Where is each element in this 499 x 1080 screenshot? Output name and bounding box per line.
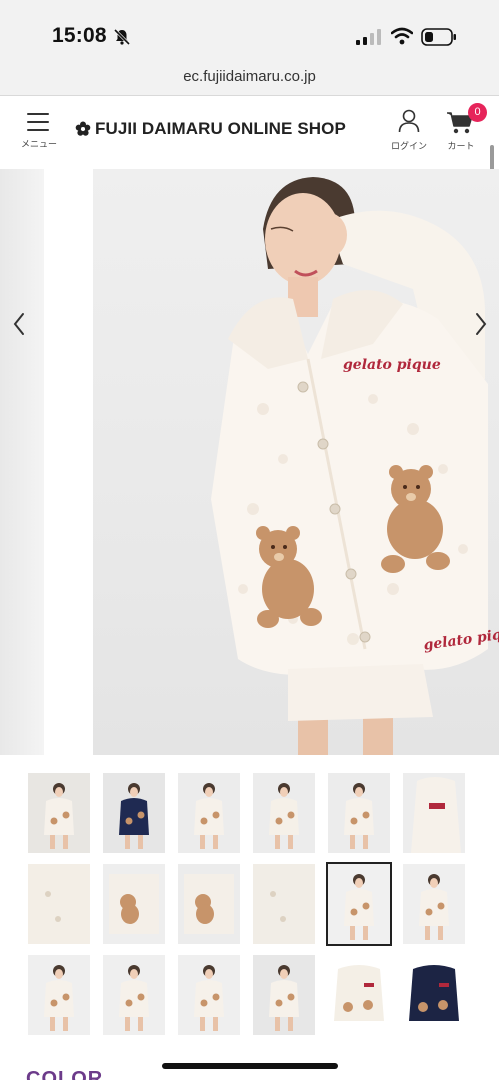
- battery-icon: [421, 28, 456, 46]
- thumbnail-image: [253, 955, 315, 1035]
- thumbnail-image: [403, 773, 465, 853]
- menu-button[interactable]: メニュー: [16, 111, 62, 153]
- site-header: メニュー FUJII DAIMARU ONLINE SHOP ログイン 0 カー…: [0, 97, 499, 169]
- product-thumbnail[interactable]: [28, 864, 90, 944]
- thumbnail-image: [253, 773, 315, 853]
- product-thumbnail[interactable]: [403, 864, 465, 944]
- person-icon: [398, 109, 420, 133]
- address-bar[interactable]: ec.fujiidaimaru.co.jp: [0, 64, 499, 96]
- thumbnail-image: [103, 773, 165, 853]
- home-indicator[interactable]: [162, 1063, 338, 1069]
- product-thumbnail[interactable]: [253, 955, 315, 1035]
- url-text[interactable]: ec.fujiidaimaru.co.jp: [0, 68, 499, 85]
- chevron-left-icon[interactable]: [8, 309, 30, 339]
- thumbnail-image: [28, 955, 90, 1035]
- product-thumbnail[interactable]: [28, 773, 90, 853]
- wifi-icon: [391, 27, 413, 45]
- product-image-carousel[interactable]: gelato pique gelato pique: [0, 169, 499, 755]
- thumbnail-image: [178, 773, 240, 853]
- thumbnail-image: [328, 773, 390, 853]
- product-thumbnail[interactable]: [403, 773, 465, 853]
- product-thumbnail[interactable]: [103, 773, 165, 853]
- product-thumbnail[interactable]: [326, 862, 392, 946]
- product-thumbnail[interactable]: [28, 955, 90, 1035]
- logo-text: FUJII DAIMARU ONLINE SHOP: [95, 119, 346, 138]
- cart-count-badge: 0: [468, 103, 487, 122]
- flower-logo-icon: [75, 121, 91, 136]
- thumbnail-image: [103, 864, 165, 944]
- thumbnail-image: [178, 864, 240, 944]
- main-product-photo: gelato pique gelato pique: [93, 169, 499, 755]
- thumbnail-image: [253, 864, 315, 944]
- cart-label: カート: [447, 141, 475, 151]
- color-section-heading: COLOR: [26, 1068, 104, 1080]
- product-thumbnail[interactable]: [328, 773, 390, 853]
- shop-logo[interactable]: FUJII DAIMARU ONLINE SHOP: [75, 118, 346, 140]
- thumbnail-image: [403, 864, 465, 944]
- chevron-right-icon[interactable]: [470, 309, 492, 339]
- product-thumbnail[interactable]: [178, 773, 240, 853]
- signal-icon: [356, 29, 381, 45]
- thumbnail-image: [103, 955, 165, 1035]
- product-thumbnail[interactable]: [178, 864, 240, 944]
- product-thumbnail[interactable]: [328, 955, 390, 1035]
- product-thumbnail[interactable]: [103, 864, 165, 944]
- slide-gap: [44, 169, 93, 755]
- login-label: ログイン: [390, 141, 427, 151]
- product-thumbnail[interactable]: [253, 864, 315, 944]
- login-button[interactable]: ログイン: [388, 109, 430, 153]
- product-thumbnail[interactable]: [253, 773, 315, 853]
- thumbnail-image: [328, 955, 390, 1035]
- hamburger-icon: [27, 113, 49, 131]
- status-time: 15:08: [52, 24, 107, 47]
- embroidered-logo-top: gelato pique: [343, 357, 441, 373]
- previous-slide-peek: [0, 169, 44, 755]
- product-thumbnail[interactable]: [178, 955, 240, 1035]
- thumbnail-image: [28, 864, 90, 944]
- thumbnail-image: [28, 773, 90, 853]
- thumbnail-image: [328, 864, 390, 944]
- bell-slash-icon: [113, 28, 131, 46]
- cart-button[interactable]: 0 カート: [440, 103, 487, 153]
- menu-label: メニュー: [20, 139, 57, 149]
- product-thumbnail[interactable]: [403, 955, 465, 1035]
- thumbnail-image: [403, 955, 465, 1035]
- product-thumbnail[interactable]: [103, 955, 165, 1035]
- thumbnail-image: [178, 955, 240, 1035]
- status-bar: 15:08: [0, 0, 499, 70]
